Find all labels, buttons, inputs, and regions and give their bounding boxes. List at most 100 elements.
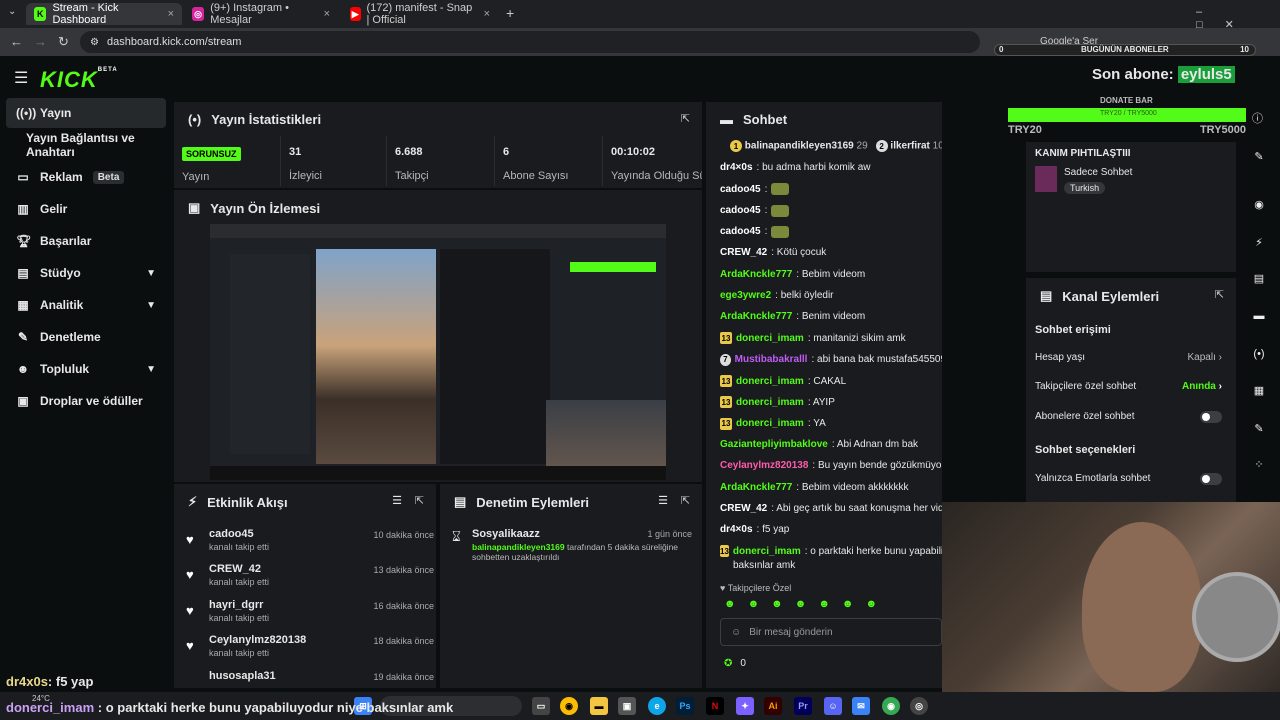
store-icon[interactable]: ▣ xyxy=(618,697,636,715)
chat-username[interactable]: donerci_imam xyxy=(736,418,804,429)
preview-video[interactable] xyxy=(210,224,666,480)
chat-username[interactable]: Mustibabakralll xyxy=(735,354,808,365)
outlook-icon[interactable]: ✉ xyxy=(852,697,870,715)
sidebar-item-basarilar[interactable]: 🏆︎ Başarılar xyxy=(6,226,166,256)
chat-username[interactable]: donerci_imam xyxy=(736,376,804,387)
emote-icon[interactable]: ☻ xyxy=(818,598,830,610)
more-icon[interactable]: ⁘ xyxy=(1246,452,1272,476)
chat-username[interactable]: Gaziantepliyimbaklove xyxy=(720,439,828,450)
sidebar-item-gelir[interactable]: ▥ Gelir xyxy=(6,194,166,224)
tab-search-icon[interactable]: ⌄ xyxy=(8,6,16,17)
app-icon[interactable]: ✦ xyxy=(736,697,754,715)
site-info-icon[interactable]: ⚙ xyxy=(90,37,99,48)
emote-only-toggle[interactable] xyxy=(1200,473,1222,485)
followers-only-select[interactable]: Anında › xyxy=(1182,381,1222,392)
chat-username[interactable]: CREW_42 xyxy=(720,247,767,258)
emote-icon[interactable]: ☻ xyxy=(771,598,783,610)
menu-icon[interactable]: ☰ xyxy=(14,68,28,88)
task-view-icon[interactable]: ▭ xyxy=(532,697,550,715)
filter-icon[interactable]: ☰ xyxy=(658,494,668,507)
popout-icon[interactable]: ⇱ xyxy=(681,494,690,507)
activity-user[interactable]: husosapla31 xyxy=(209,670,276,682)
popout-icon[interactable]: ⇱ xyxy=(681,112,690,125)
sidebar-item-stream-key[interactable]: Yayın Bağlantısı ve Anahtarı xyxy=(6,130,166,160)
chrome-active-icon[interactable]: ◉ xyxy=(882,697,900,715)
edit-icon[interactable]: ✎ xyxy=(1246,144,1272,168)
sidebar-item-topluluk[interactable]: ☻ Topluluk ▼ xyxy=(6,354,166,384)
chat-username[interactable]: donerci_imam xyxy=(736,333,804,344)
chat-username[interactable]: CREW_42 xyxy=(720,503,767,514)
chat-username[interactable]: donerci_imam xyxy=(733,546,801,557)
tab-close-icon[interactable]: × xyxy=(324,8,330,20)
new-tab-button[interactable]: + xyxy=(506,5,514,21)
camera-icon[interactable]: ◉ xyxy=(1246,192,1272,216)
activity-user[interactable]: cadoo45 xyxy=(209,528,254,540)
chrome-icon[interactable]: ◉ xyxy=(560,697,578,715)
reload-icon[interactable]: ↻ xyxy=(58,34,69,50)
activity-user[interactable]: CREW_42 xyxy=(209,563,261,575)
moderation-by[interactable]: balinapandikleyen3169 xyxy=(472,542,565,552)
discord-icon[interactable]: ☺ xyxy=(824,697,842,715)
emote-icon[interactable]: ☻ xyxy=(865,598,877,610)
chat-username[interactable]: cadoo45 xyxy=(720,184,761,195)
tab-youtube[interactable]: ▶ (172) manifest - Snap | Official × xyxy=(342,2,498,26)
info-icon[interactable]: ⓘ xyxy=(1252,110,1263,126)
url-field[interactable]: ⚙ dashboard.kick.com/stream xyxy=(80,31,980,53)
folder-icon[interactable]: ▬ xyxy=(590,697,608,715)
emote-icon[interactable]: ☻ xyxy=(724,598,736,610)
sidebar-item-analitik[interactable]: ▦ Analitik ▼ xyxy=(6,290,166,320)
chat-username[interactable]: dr4×0s xyxy=(720,524,753,535)
stream-category[interactable]: Sadece Sohbet xyxy=(1064,167,1132,178)
emote-icon[interactable]: ☻ xyxy=(748,598,760,610)
activity-user[interactable]: Ceylanylmz820138 xyxy=(209,634,306,646)
photoshop-icon[interactable]: Ps xyxy=(676,697,694,715)
edge-icon[interactable]: e xyxy=(648,697,666,715)
tab-close-icon[interactable]: × xyxy=(484,8,490,20)
netflix-icon[interactable]: N xyxy=(706,697,724,715)
gifter[interactable]: 1 balinapandikleyen3169 29 xyxy=(730,140,868,152)
popout-icon[interactable]: ⇱ xyxy=(1215,288,1224,301)
illustrator-icon[interactable]: Ai xyxy=(764,697,782,715)
chat-username[interactable]: dr4×0s xyxy=(720,162,753,173)
account-age-select[interactable]: Kapalı › xyxy=(1188,352,1222,363)
tab-close-icon[interactable]: × xyxy=(168,8,174,20)
chat-username[interactable]: donerci_imam xyxy=(736,397,804,408)
gifter[interactable]: 2 ilkerfirat 10 xyxy=(875,140,942,152)
broadcast-icon[interactable]: (•) xyxy=(1246,342,1272,366)
chat-icon[interactable]: ▬ xyxy=(1246,304,1272,328)
popout-icon[interactable]: ⇱ xyxy=(415,494,424,507)
clipboard-icon[interactable]: ▤ xyxy=(1246,266,1272,290)
chat-username[interactable]: ege3ywre2 xyxy=(720,290,771,301)
sidebar-item-droplar[interactable]: ▣ Droplar ve ödüller xyxy=(6,386,166,416)
chat-username[interactable]: ArdaKnckle777 xyxy=(720,269,792,280)
moderation-user[interactable]: Sosyalikaazz xyxy=(472,528,540,540)
chat-username[interactable]: ArdaKnckle777 xyxy=(720,311,792,322)
emote-icon[interactable]: ☻ xyxy=(795,598,807,610)
back-icon[interactable]: ← xyxy=(10,34,23,49)
wrench-icon[interactable]: ✎ xyxy=(1246,416,1272,440)
sidebar-item-studyo[interactable]: ▤ Stüdyo ▼ xyxy=(6,258,166,288)
emote-icon[interactable]: ☻ xyxy=(842,598,854,610)
sidebar-item-denetleme[interactable]: ✎ Denetleme xyxy=(6,322,166,352)
tab-instagram[interactable]: ◎ (9+) Instagram • Mesajlar × xyxy=(184,2,338,26)
sidebar-item-yayin[interactable]: ((•)) Yayın xyxy=(6,98,166,128)
obs-icon[interactable]: ◎ xyxy=(910,697,928,715)
chat-input[interactable]: ☺ Bir mesaj gönderin xyxy=(720,618,942,646)
chat-username[interactable]: cadoo45 xyxy=(720,226,761,237)
chat-username[interactable]: Ceylanylmz820138 xyxy=(720,460,808,471)
activity-user[interactable]: hayri_dgrr xyxy=(209,599,263,611)
filter-icon[interactable]: ☰ xyxy=(392,494,402,507)
premiere-icon[interactable]: Pr xyxy=(794,697,812,715)
subs-only-toggle[interactable] xyxy=(1200,411,1222,423)
bolt-icon[interactable]: ⚡︎ xyxy=(1246,230,1272,254)
chat-username[interactable]: cadoo45 xyxy=(720,205,761,216)
chat-text: : belki öyledir xyxy=(775,289,834,301)
layout-icon[interactable]: ▦ xyxy=(1246,378,1272,402)
sidebar-item-reklam[interactable]: ▭ Reklam Beta xyxy=(6,162,166,192)
channel-points[interactable]: ✪ 0 xyxy=(724,658,746,669)
chat-username[interactable]: ArdaKnckle777 xyxy=(720,482,792,493)
forward-icon[interactable]: → xyxy=(34,34,47,49)
kick-logo[interactable]: KICKBETA xyxy=(40,67,118,93)
tab-kick-dashboard[interactable]: K Stream - Kick Dashboard × xyxy=(26,2,182,26)
emoji-icon[interactable]: ☺ xyxy=(731,627,741,638)
